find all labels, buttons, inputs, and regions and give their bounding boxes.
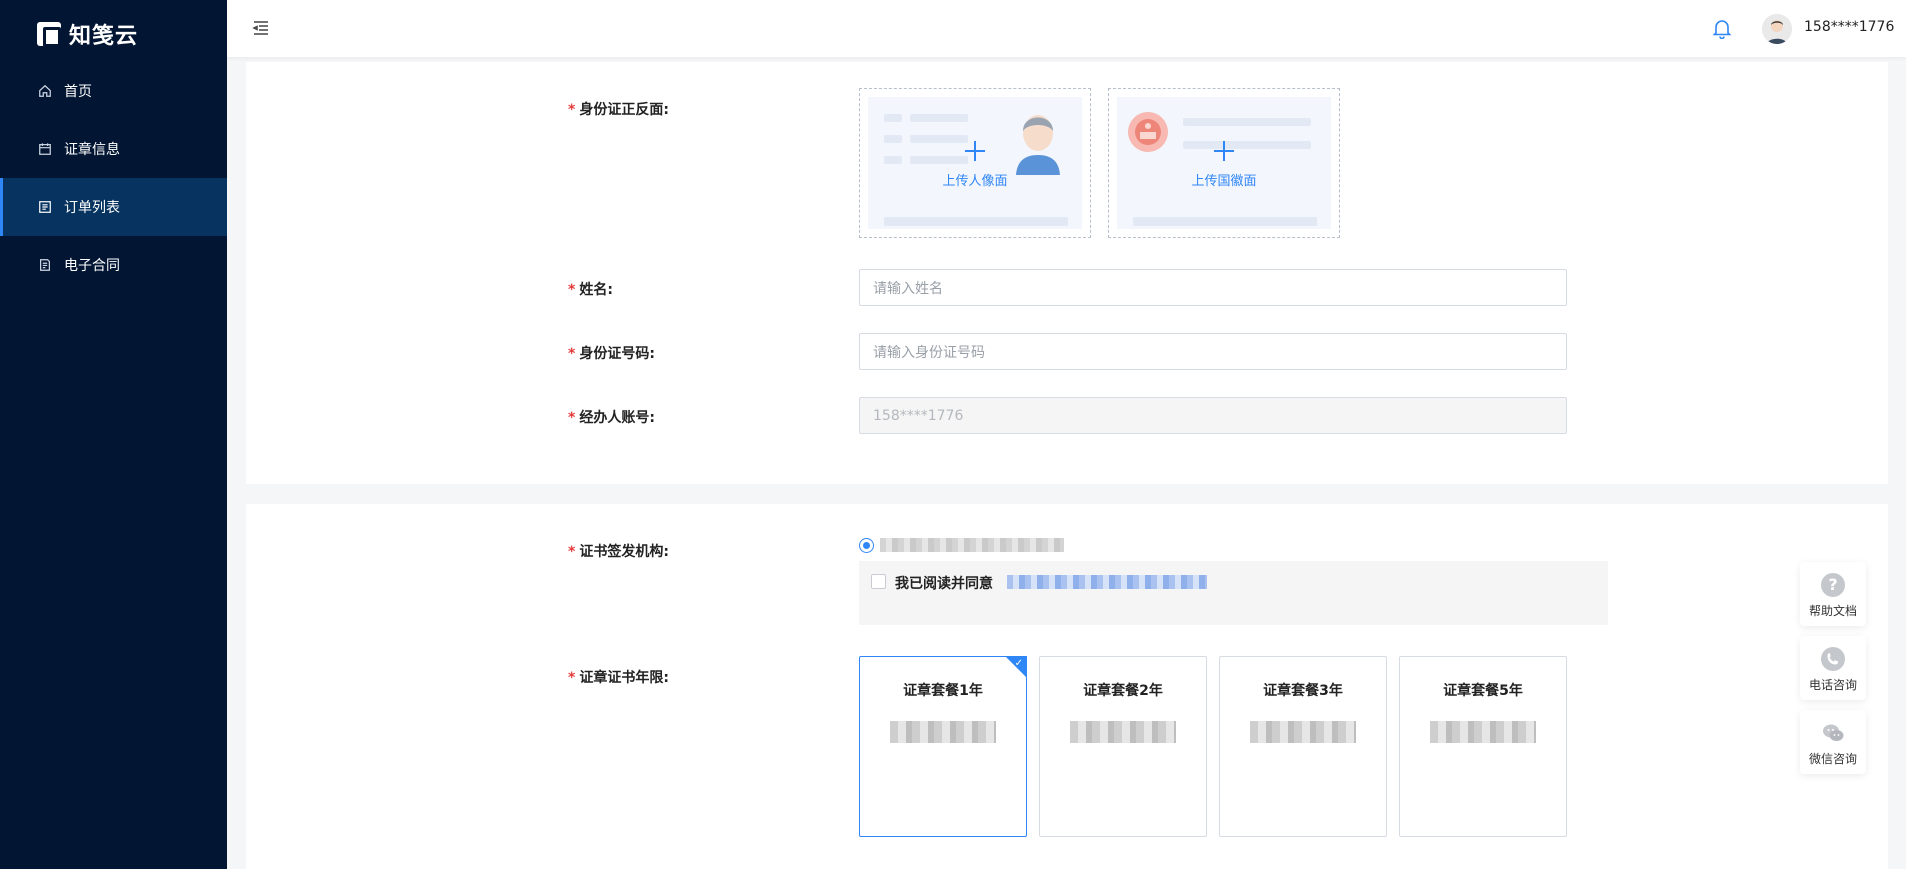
agree-text: 我已阅读并同意 — [895, 576, 993, 592]
package-name: 证章套餐2年 — [1083, 683, 1163, 699]
top-header: 158****1776 — [227, 0, 1906, 57]
package-name: 证章套餐3年 — [1263, 683, 1343, 699]
upload-portrait-label: 上传人像面 — [942, 174, 1008, 189]
logo[interactable]: 知笺云 — [37, 18, 138, 50]
user-account[interactable]: 158****1776 — [1804, 19, 1894, 35]
sidebar-item-contract[interactable]: 电子合同 — [0, 236, 227, 294]
sidebar-nav: 首页 证章信息 订单列表 电子合同 — [0, 62, 227, 294]
notification-bell-icon[interactable] — [1711, 17, 1733, 40]
id-card-label: * 身份证正反面: — [568, 102, 669, 118]
name-label: * 姓名: — [568, 282, 613, 298]
logo-text: 知笺云 — [69, 24, 139, 49]
agreement-link-redacted[interactable] — [1007, 575, 1207, 589]
package-price-redacted — [1430, 721, 1536, 743]
id-number-input[interactable]: 请输入身份证号码 — [859, 333, 1567, 370]
home-icon — [38, 84, 52, 98]
plus-icon — [965, 141, 985, 161]
required-mark: * — [568, 102, 576, 118]
operator-account-label: * 经办人账号: — [568, 410, 655, 426]
id-number-label: * 身份证号码: — [568, 346, 655, 362]
period-label: * 证章证书年限: — [568, 670, 669, 686]
issuer-label: * 证书签发机构: — [568, 544, 669, 560]
upload-emblem[interactable]: 上传国徽面 — [1108, 88, 1340, 238]
required-mark: * — [568, 670, 576, 686]
upload-emblem-label: 上传国徽面 — [1191, 174, 1257, 189]
wechat-icon — [1821, 721, 1845, 745]
phone-consult-button[interactable]: 电话咨询 — [1800, 636, 1866, 700]
upload-emblem-preview — [1117, 97, 1331, 229]
package-name: 证章套餐5年 — [1443, 683, 1523, 699]
package-price-redacted — [890, 721, 996, 743]
contract-icon — [38, 258, 52, 272]
required-mark: * — [568, 410, 576, 426]
phone-consult-label: 电话咨询 — [1808, 678, 1857, 692]
wechat-consult-button[interactable]: 微信咨询 — [1800, 710, 1866, 774]
menu-collapse-icon[interactable] — [252, 19, 270, 37]
sidebar-item-orders[interactable]: 订单列表 — [0, 178, 227, 236]
sidebar-item-label: 电子合同 — [64, 258, 120, 274]
wechat-consult-label: 微信咨询 — [1808, 752, 1857, 766]
phone-icon — [1821, 647, 1845, 671]
sidebar-item-label: 首页 — [64, 84, 92, 100]
package-option-2y[interactable]: 证章套餐2年 — [1039, 656, 1207, 837]
plus-icon — [1214, 141, 1234, 161]
package-name: 证章套餐1年 — [903, 683, 983, 699]
sidebar-item-seal-info[interactable]: 证章信息 — [0, 120, 227, 178]
agreement-box: 我已阅读并同意 — [859, 561, 1608, 625]
issuer-name-redacted — [880, 538, 1064, 552]
name-input[interactable]: 请输入姓名 — [859, 269, 1567, 306]
check-icon: ✓ — [1014, 658, 1023, 669]
agree-checkbox[interactable] — [871, 574, 886, 589]
package-option-5y[interactable]: 证章套餐5年 — [1399, 656, 1567, 837]
national-emblem-icon — [1128, 112, 1168, 152]
package-option-1y[interactable]: ✓ 证章套餐1年 — [859, 656, 1027, 837]
list-icon — [38, 200, 52, 214]
sidebar-item-home[interactable]: 首页 — [0, 62, 227, 120]
question-icon: ? — [1821, 573, 1845, 597]
calendar-icon — [38, 142, 52, 156]
package-option-3y[interactable]: 证章套餐3年 — [1219, 656, 1387, 837]
package-price-redacted — [1070, 721, 1176, 743]
person-silhouette-icon — [1016, 115, 1060, 175]
operator-account-field: 158****1776 — [859, 397, 1567, 434]
sidebar: 知笺云 首页 证章信息 订单列表 电子合同 — [0, 0, 227, 869]
sidebar-item-label: 订单列表 — [64, 200, 120, 216]
required-mark: * — [568, 282, 576, 298]
logo-icon — [37, 22, 61, 47]
upload-portrait[interactable]: 上传人像面 — [859, 88, 1091, 238]
package-price-redacted — [1250, 721, 1356, 743]
upload-portrait-preview — [868, 97, 1082, 229]
avatar[interactable] — [1762, 14, 1792, 44]
help-docs-button[interactable]: ? 帮助文档 — [1800, 562, 1866, 626]
sidebar-item-label: 证章信息 — [64, 142, 120, 158]
help-docs-label: 帮助文档 — [1808, 604, 1857, 618]
required-mark: * — [568, 346, 576, 362]
required-mark: * — [568, 544, 576, 560]
issuer-radio[interactable] — [859, 538, 874, 553]
